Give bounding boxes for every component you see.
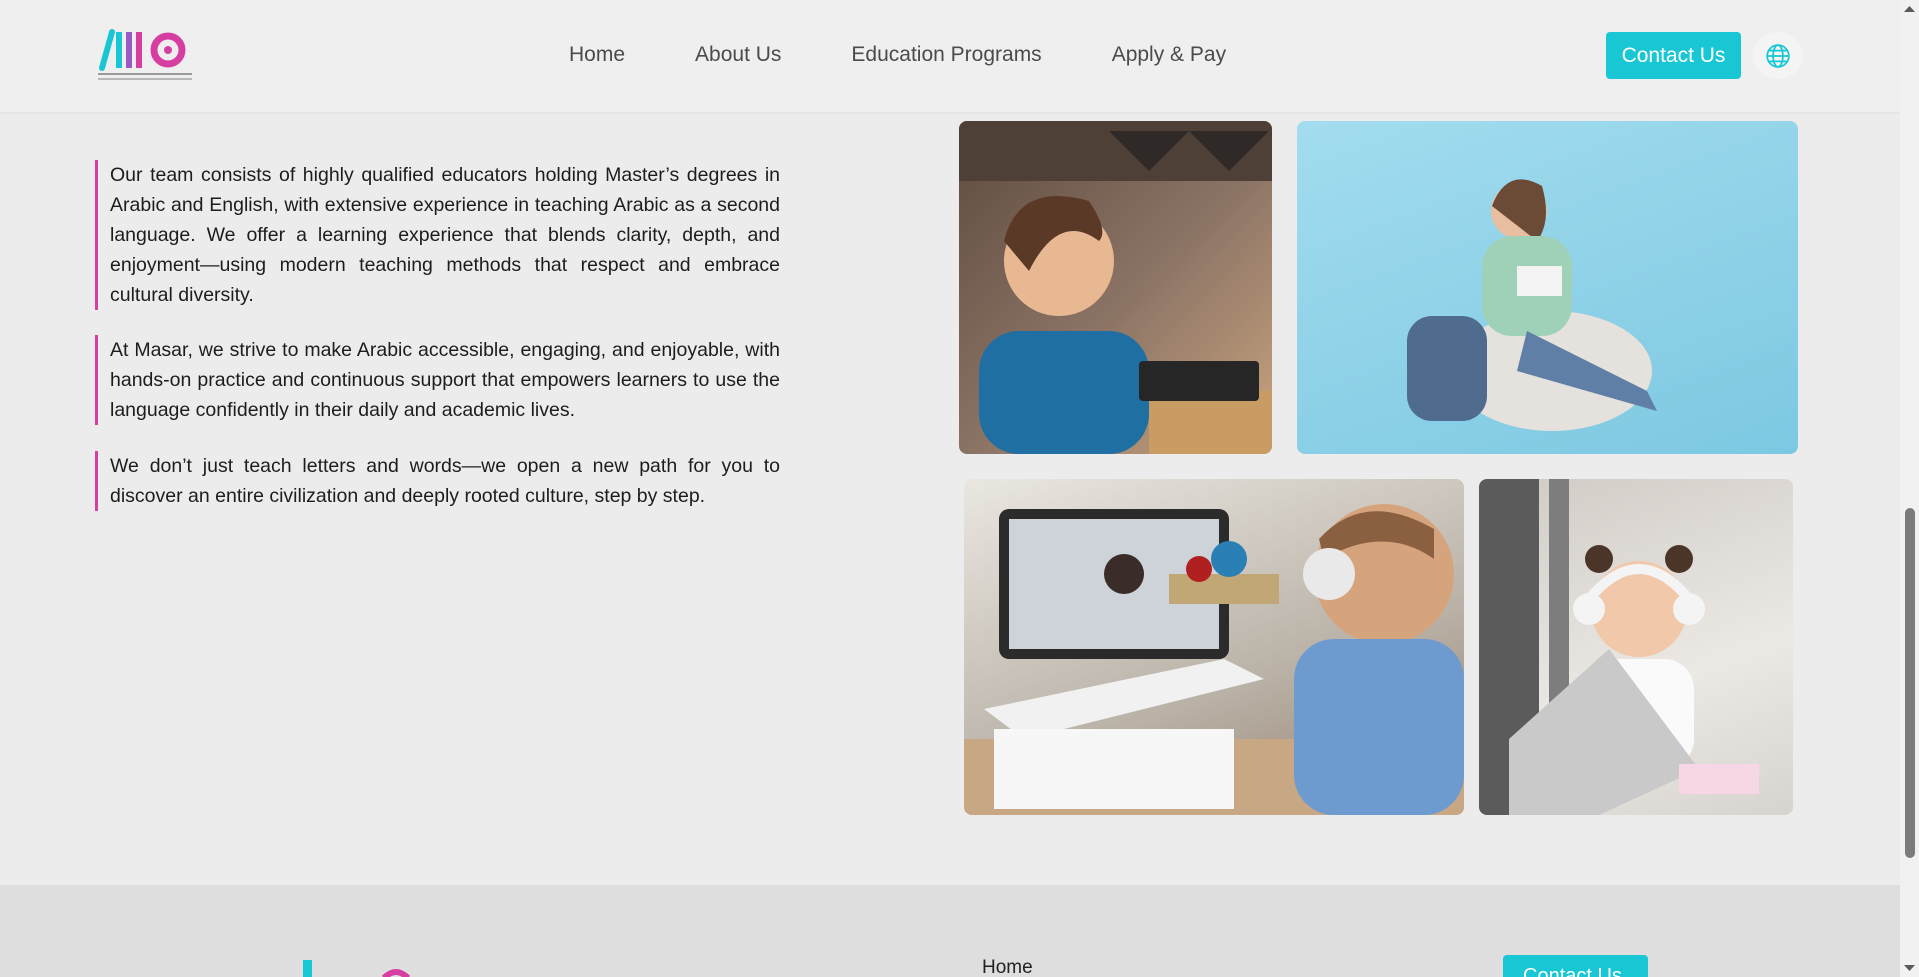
- footer-contact-button[interactable]: Contact Us: [1503, 955, 1648, 977]
- nav-education-programs[interactable]: Education Programs: [851, 40, 1041, 70]
- culture-paragraph: We don’t just teach letters and words—we…: [95, 451, 780, 511]
- globe-icon: [1766, 43, 1790, 68]
- scroll-up-arrow[interactable]: [1900, 2, 1919, 16]
- team-paragraph: Our team consists of highly qualified ed…: [95, 160, 780, 310]
- nav-about-us[interactable]: About Us: [695, 40, 781, 70]
- scroll-thumb[interactable]: [1905, 508, 1915, 858]
- footer-link-home[interactable]: Home: [982, 957, 1033, 977]
- language-switcher[interactable]: [1753, 32, 1803, 79]
- vertical-scrollbar[interactable]: [1900, 0, 1919, 977]
- site-header: Home About Us Education Programs Apply &…: [0, 0, 1900, 112]
- mission-paragraph: At Masar, we strive to make Arabic acces…: [95, 335, 780, 425]
- contact-us-button[interactable]: Contact Us: [1606, 32, 1741, 79]
- girl-headphones-photo: [1479, 479, 1793, 815]
- masar-logo[interactable]: [98, 24, 194, 86]
- nav-apply-pay[interactable]: Apply & Pay: [1112, 40, 1226, 70]
- site-footer: Home Contact Us: [0, 885, 1900, 977]
- girl-beanbag-photo: [1297, 121, 1798, 454]
- boy-video-call-photo: [964, 479, 1464, 815]
- boy-laptop-photo: [959, 121, 1272, 454]
- nav-home[interactable]: Home: [569, 40, 625, 70]
- main-nav: Home About Us Education Programs Apply &…: [569, 40, 1296, 70]
- footer-logo[interactable]: [294, 958, 444, 977]
- scroll-down-arrow[interactable]: [1900, 961, 1919, 975]
